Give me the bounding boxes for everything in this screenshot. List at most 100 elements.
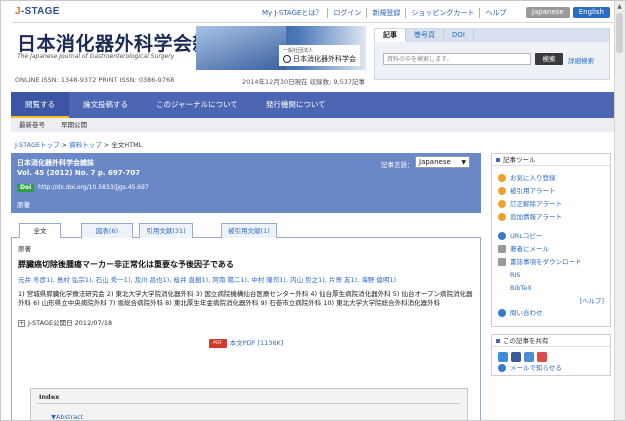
- article-authors[interactable]: 元井 冬彦1), 島村 弘宗1), 石山 秀一1), 及川 昌也1), 桜井 直…: [18, 276, 474, 285]
- tab-cited-by[interactable]: 被引用文献(1): [221, 223, 277, 238]
- pdf-download[interactable]: PDF 本文PDF [1136K]: [18, 337, 474, 348]
- nav-browse[interactable]: 閲覧する: [11, 92, 69, 118]
- tool-citation-alert[interactable]: 被引用アラート: [492, 185, 610, 198]
- link-icon: [498, 232, 506, 240]
- sub-nav: 最新巻号 早期公開: [11, 118, 614, 132]
- issn-info: ONLINE ISSN: 1348-9372 PRINT ISSN: 0386-…: [15, 76, 175, 84]
- hatena-icon[interactable]: [537, 352, 547, 362]
- share-icons: [492, 347, 610, 362]
- tool-additional-alert[interactable]: 追加情報アラート: [492, 211, 610, 224]
- page: J-STAGE My J-STAGEとは？ ログイン 新規登録 ショッピングカー…: [11, 1, 614, 420]
- article-panel: 日本消化器外科学会雑誌 Vol. 45 (2012) No. 7 p. 697-…: [11, 153, 481, 420]
- search-button[interactable]: 検索: [535, 53, 563, 65]
- society-logo: 一般社団法人 日本消化器外科学会: [279, 45, 360, 66]
- share-header: この記事を共有: [492, 335, 610, 347]
- breadcrumb-materials-top[interactable]: 資料トップ: [69, 141, 102, 149]
- tool-download-citation[interactable]: 書誌事項をダウンロード: [492, 256, 610, 269]
- tab-figures[interactable]: 図表(6): [81, 223, 133, 238]
- delicious-icon[interactable]: [524, 352, 534, 362]
- search-tabs: 記事 巻号頁 DOI: [375, 29, 609, 42]
- search-panel: 記事 巻号頁 DOI 資料の中を検索します。 検索 詳細検索: [374, 28, 610, 80]
- bell-icon: [498, 187, 506, 195]
- doi-link[interactable]: http://dx.doi.org/10.5833/jjgs.45.697: [38, 184, 149, 191]
- index-divider: [37, 403, 461, 404]
- index-abstract-link[interactable]: ▼Abstract: [51, 413, 83, 420]
- article-body: 原著 膵臓癌切除後腫瘍マーカー非正常化は重要な予後因子である 元井 冬彦1), …: [11, 238, 481, 420]
- share-box: この記事を共有 メールで知らせる: [491, 334, 611, 376]
- share-by-mail[interactable]: メールで知らせる: [492, 362, 610, 375]
- society-emblem-icon: [283, 55, 291, 63]
- tool-correction-alert[interactable]: 訂正解除アラート: [492, 198, 610, 211]
- tool-mail-author[interactable]: 著者にメール: [492, 243, 610, 256]
- tool-bibtex[interactable]: BibTeX: [492, 282, 610, 295]
- article-journal-name: 日本消化器外科学会雑誌: [17, 159, 94, 167]
- tab-references[interactable]: 引用文献(31): [139, 223, 193, 238]
- sidebar: 記事ツール お気に入り登録 被引用アラート 訂正解除アラート 追加情報アラート …: [491, 153, 611, 376]
- top-bar: J-STAGE My J-STAGEとは？ ログイン 新規登録 ショッピングカー…: [11, 6, 614, 22]
- mail-icon: [498, 364, 506, 372]
- tool-ris[interactable]: RIS: [492, 269, 610, 282]
- subnav-advance-publication[interactable]: 早期公開: [53, 118, 95, 132]
- top-links: My J-STAGEとは？ ログイン 新規登録 ショッピングカート ヘルプ: [257, 8, 511, 18]
- expand-plus-icon[interactable]: +: [18, 320, 25, 327]
- language-label: 記事言語：: [381, 161, 414, 169]
- pdf-link[interactable]: 本文PDF [1136K]: [230, 339, 284, 347]
- tool-inquiry[interactable]: 問い合わせ: [492, 307, 610, 320]
- lang-japanese-button[interactable]: Japanese: [525, 7, 570, 18]
- search-input[interactable]: 資料の中を検索します。: [383, 53, 531, 65]
- article-type: 原著: [17, 201, 30, 209]
- scroll-up-arrow-icon[interactable]: ▲: [616, 3, 623, 10]
- article-doi: Doi http://dx.doi.org/10.5833/jjgs.45.697: [17, 184, 149, 192]
- chevron-down-icon: ▼: [461, 159, 466, 166]
- article-category: 原著: [18, 245, 31, 253]
- language-switch: Japanese English: [525, 7, 610, 18]
- publication-date[interactable]: + J-STAGE公開日 2012/07/18: [18, 317, 474, 327]
- tab-fulltext[interactable]: 全文: [19, 223, 61, 239]
- twitter-icon[interactable]: [498, 352, 508, 362]
- vertical-scrollbar[interactable]: ▲: [614, 1, 625, 420]
- article-tools-box: 記事ツール お気に入り登録 被引用アラート 訂正解除アラート 追加情報アラート …: [491, 153, 611, 327]
- jstage-logo[interactable]: J-STAGE: [15, 6, 60, 17]
- breadcrumb: J-STAGEトップ > 資料トップ > 全文HTML: [15, 141, 143, 149]
- link-login[interactable]: ログイン: [327, 8, 366, 18]
- article-header: 日本消化器外科学会雑誌 Vol. 45 (2012) No. 7 p. 697-…: [11, 153, 481, 213]
- search-tab-doi[interactable]: DOI: [444, 29, 474, 42]
- mail-icon: [498, 245, 506, 253]
- link-cart[interactable]: ショッピングカート: [405, 8, 479, 18]
- lang-english-button[interactable]: English: [572, 7, 610, 18]
- nav-about-publisher[interactable]: 発行機関について: [252, 92, 340, 118]
- section-marker-icon: [496, 158, 500, 162]
- article-index: Index ▼Abstract: [30, 388, 468, 420]
- tool-favorite[interactable]: お気に入り登録: [492, 172, 610, 185]
- index-title: Index: [39, 393, 60, 401]
- nav-submit[interactable]: 論文投稿する: [69, 92, 142, 118]
- journal-subtitle: The Japanese Journal of Gastroenterologi…: [17, 53, 175, 60]
- search-tab-volume[interactable]: 巻号頁: [406, 29, 444, 42]
- document-icon: [498, 258, 506, 266]
- facebook-icon[interactable]: [511, 352, 521, 362]
- main-nav: 閲覧する 論文投稿する このジャーナルについて 発行機関について: [11, 92, 614, 118]
- pdf-icon: PDF: [208, 338, 227, 348]
- breadcrumb-current: 全文HTML: [111, 141, 143, 149]
- subnav-latest-issue[interactable]: 最新巻号: [11, 118, 53, 132]
- browser-window: ▲ J-STAGE My J-STAGEとは？ ログイン 新規登録 ショッピング…: [0, 0, 626, 421]
- breadcrumb-jstage-top[interactable]: J-STAGEトップ: [15, 141, 60, 149]
- divider: [11, 22, 614, 23]
- link-help[interactable]: ヘルプ: [479, 8, 511, 18]
- advanced-search-link[interactable]: 詳細検索: [568, 55, 594, 65]
- bell-icon: [498, 213, 506, 221]
- link-my-jstage[interactable]: My J-STAGEとは？: [257, 8, 327, 18]
- nav-about-journal[interactable]: このジャーナルについて: [142, 92, 252, 118]
- scroll-thumb[interactable]: [616, 13, 623, 53]
- help-link[interactable]: [ヘルプ]: [492, 295, 610, 307]
- link-register[interactable]: 新規登録: [366, 8, 405, 18]
- article-title: 膵臓癌切除後腫瘍マーカー非正常化は重要な予後因子である: [18, 260, 234, 269]
- banner-sky: [196, 26, 286, 70]
- article-tools-header: 記事ツール: [492, 154, 610, 166]
- search-tab-article[interactable]: 記事: [375, 29, 406, 42]
- star-icon: [498, 174, 506, 182]
- language-select[interactable]: Japanese ▼: [415, 156, 470, 168]
- bell-icon: [498, 200, 506, 208]
- article-volume: Vol. 45 (2012) No. 7 p. 697-707: [17, 169, 141, 177]
- tool-copy-url[interactable]: URLコピー: [492, 230, 610, 243]
